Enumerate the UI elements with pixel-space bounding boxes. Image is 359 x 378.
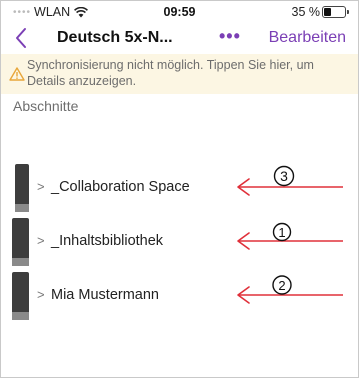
annotation-number: 3 bbox=[280, 168, 288, 184]
app-frame: •••• WLAN 09:59 35 % Deutsch 5x-N... •••… bbox=[0, 0, 359, 378]
red-arrow-annotation: 1 bbox=[237, 222, 343, 250]
red-arrow-annotation: 3 bbox=[237, 165, 343, 196]
annotation-number: 2 bbox=[278, 278, 285, 293]
annotation-number: 1 bbox=[278, 225, 285, 240]
red-arrow-annotation: 2 bbox=[237, 275, 343, 304]
annotation-overlay: 3 1 2 bbox=[237, 165, 343, 304]
